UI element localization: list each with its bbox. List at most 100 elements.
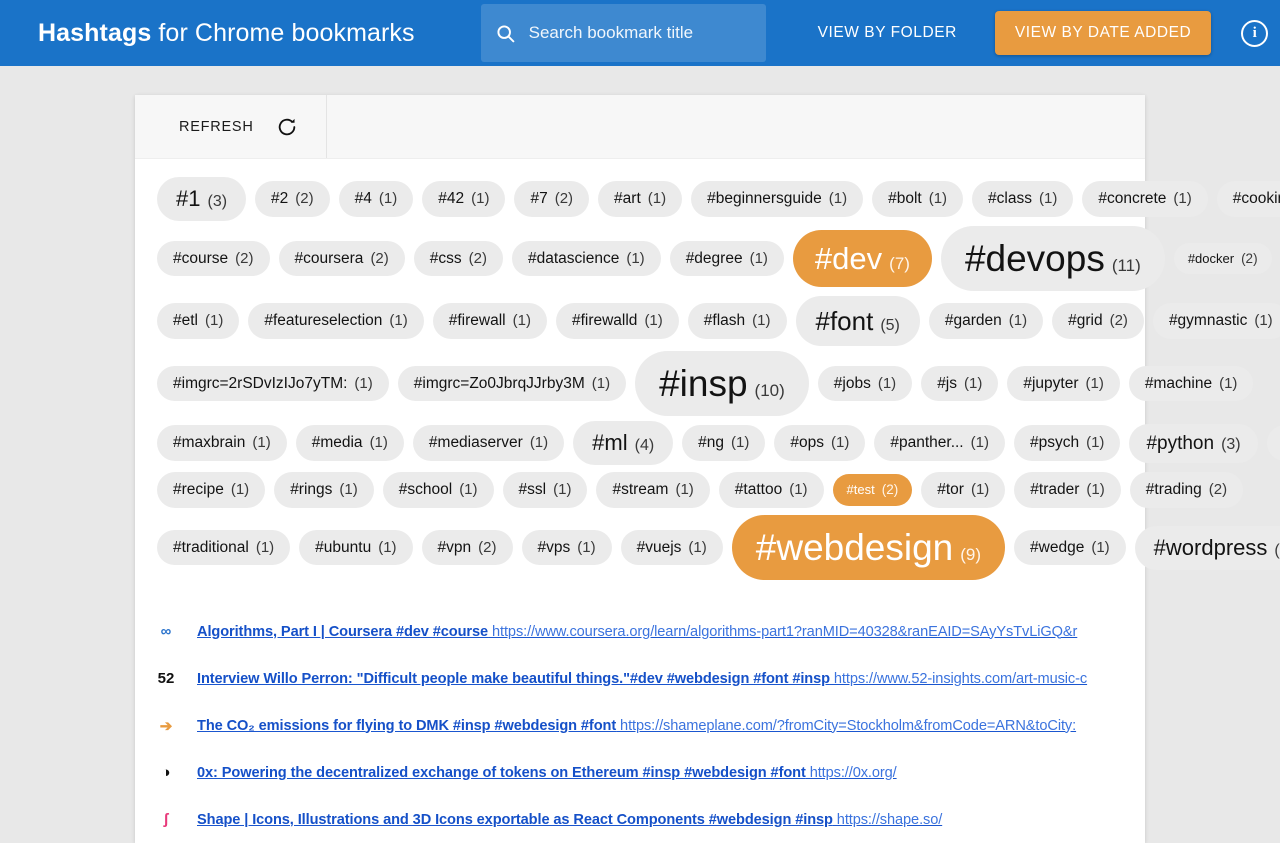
tag-chip[interactable]: #firewalld (1) bbox=[555, 303, 679, 339]
search-input[interactable] bbox=[526, 22, 752, 44]
tag-chip[interactable]: #dev (7) bbox=[792, 230, 932, 287]
tag-chip[interactable]: #vps (1) bbox=[521, 529, 612, 566]
bookmark-row[interactable]: ➔ The CO₂ emissions for flying to DMK #in… bbox=[135, 702, 1145, 749]
tag-count: (1) bbox=[970, 481, 990, 499]
tag-chip[interactable]: #featureselection (1) bbox=[248, 303, 424, 339]
tag-chip[interactable]: #firewall (1) bbox=[432, 303, 547, 339]
tag-chip[interactable]: #css (2) bbox=[413, 240, 503, 277]
tag-chip[interactable]: #webdesign (9) bbox=[731, 515, 1006, 580]
tag-chip[interactable]: #trader (1) bbox=[1014, 472, 1121, 508]
tag-count: (1) bbox=[339, 481, 358, 499]
tag-count: (1) bbox=[354, 374, 373, 392]
tag-chip[interactable]: #devops (11) bbox=[940, 226, 1165, 291]
tag-chip[interactable]: #ops (1) bbox=[774, 425, 866, 461]
tag-chip[interactable]: #etl (1) bbox=[157, 303, 240, 339]
tag-count: (1) bbox=[1038, 190, 1058, 208]
search-box[interactable] bbox=[480, 4, 766, 62]
tag-chip[interactable]: #ssl (1) bbox=[502, 472, 588, 508]
tag-chip[interactable]: #coursera (2) bbox=[278, 240, 405, 277]
bookmark-title: Interview Willo Perron: "Difficult peopl… bbox=[197, 670, 830, 687]
tag-chip[interactable]: #tor (1) bbox=[921, 472, 1006, 508]
tag-label: #datascience bbox=[528, 249, 620, 267]
bookmark-title: Algorithms, Part I | Coursera #dev #cour… bbox=[197, 623, 489, 640]
tag-chip[interactable]: #cooking(1) bbox=[1216, 181, 1280, 217]
tag-chip[interactable]: #datascience (1) bbox=[512, 240, 661, 277]
tag-chip[interactable]: #42 (1) bbox=[422, 181, 506, 217]
tag-chip[interactable]: #react(1) bbox=[1266, 425, 1280, 461]
tag-count: (1) bbox=[577, 538, 596, 556]
bookmark-row[interactable]: ∞ Algorithms, Part I | Coursera #dev #cou… bbox=[135, 608, 1145, 655]
tag-chip[interactable]: #imgrc=Zo0JbrqJJrby3M (1) bbox=[397, 365, 627, 402]
view-by-folder-button[interactable]: VIEW BY FOLDER bbox=[802, 13, 973, 53]
tag-chip[interactable]: #insp (10) bbox=[635, 351, 809, 416]
tag-count: (2) bbox=[1109, 312, 1128, 330]
tag-chip[interactable]: #ubuntu (1) bbox=[299, 529, 413, 566]
tag-chip[interactable]: #jobs (1) bbox=[817, 365, 913, 402]
bookmark-link[interactable]: Interview Willo Perron: "Difficult peopl… bbox=[197, 671, 1087, 687]
tag-chip[interactable]: #rings (1) bbox=[274, 472, 374, 508]
tag-chip[interactable]: #media (1) bbox=[295, 425, 404, 461]
tag-chip[interactable]: #2 (2) bbox=[255, 181, 330, 217]
tag-chip[interactable]: #7 (2) bbox=[514, 181, 590, 217]
tag-chip[interactable]: #wordpress (4) bbox=[1134, 525, 1280, 570]
tag-label: #ng bbox=[698, 434, 725, 452]
tag-chip[interactable]: #flash (1) bbox=[687, 303, 787, 339]
tag-chip[interactable]: #ng (1) bbox=[682, 425, 766, 461]
view-by-date-added-button[interactable]: VIEW BY DATE ADDED bbox=[994, 11, 1212, 55]
tag-chip[interactable]: #psych (1) bbox=[1013, 425, 1121, 461]
bookmark-link[interactable]: Algorithms, Part I | Coursera #dev #cour… bbox=[197, 624, 1077, 640]
tag-count: (2) bbox=[1208, 481, 1228, 499]
tag-chip[interactable]: #stream (1) bbox=[596, 472, 710, 508]
tag-chip[interactable]: #vuejs (1) bbox=[620, 529, 723, 566]
tag-chip[interactable]: #js (1) bbox=[921, 365, 999, 402]
tag-chip[interactable]: #course (2) bbox=[157, 240, 270, 277]
tag-chip[interactable]: #1 (3) bbox=[157, 177, 247, 221]
bookmark-row[interactable]: ʃ Shape | Icons, Illustrations and 3D Ico… bbox=[135, 796, 1145, 843]
tag-chip[interactable]: #gymnastic (1) bbox=[1152, 303, 1280, 339]
tag-label: #css bbox=[429, 249, 462, 267]
tag-chip[interactable]: #bolt (1) bbox=[872, 181, 964, 217]
tag-count: (1) bbox=[512, 312, 531, 330]
bookmark-row[interactable]: ◑ 0x: Powering the decentralized exchange… bbox=[135, 749, 1145, 796]
tag-chip[interactable]: #school (1) bbox=[382, 472, 494, 508]
tag-chip[interactable]: #recipe (1) bbox=[157, 472, 266, 508]
tag-chip[interactable]: #tattoo (1) bbox=[718, 472, 824, 508]
tag-count: (2) bbox=[478, 538, 497, 556]
tag-chip[interactable]: #garden (1) bbox=[928, 303, 1044, 339]
tag-chip[interactable]: #traditional (1) bbox=[157, 529, 291, 566]
tag-chip[interactable]: #font (5) bbox=[795, 296, 920, 346]
tag-chip[interactable]: #grid (2) bbox=[1052, 303, 1144, 339]
tag-chip[interactable]: #concrete (1) bbox=[1082, 181, 1208, 217]
bookmark-link[interactable]: 0x: Powering the decentralized exchange … bbox=[197, 765, 897, 781]
tag-label: #bolt bbox=[888, 190, 922, 208]
tag-chip[interactable]: #docker (2) bbox=[1173, 242, 1272, 275]
tag-chip[interactable]: #degree (1) bbox=[669, 240, 784, 277]
tag-chip[interactable]: #class (1) bbox=[972, 181, 1074, 217]
tag-chip[interactable]: #wedge (1) bbox=[1014, 529, 1126, 566]
bookmark-link[interactable]: Shape | Icons, Illustrations and 3D Icon… bbox=[197, 812, 942, 828]
refresh-button[interactable]: REFRESH bbox=[135, 95, 327, 158]
tag-chip[interactable]: #vpn (2) bbox=[421, 529, 513, 566]
tag-chip[interactable]: #imgrc=2rSDvIzIJo7yTM: (1) bbox=[157, 365, 389, 402]
tag-count: (1) bbox=[378, 190, 398, 208]
tag-label: #wordpress bbox=[1153, 534, 1268, 560]
tag-chip[interactable]: #maxbrain (1) bbox=[157, 425, 287, 461]
tag-chip[interactable]: #trading (2) bbox=[1129, 472, 1244, 508]
tag-chip[interactable]: #4 (1) bbox=[338, 181, 414, 217]
tag-chip[interactable]: #machine (1) bbox=[1128, 365, 1254, 402]
tag-label: #4 bbox=[354, 190, 372, 208]
tag-chip[interactable]: #mediaserver (1) bbox=[412, 425, 565, 461]
tag-chip[interactable]: #jupyter (1) bbox=[1007, 365, 1120, 402]
bookmark-link[interactable]: The CO₂ emissions for flying to DMK #ins… bbox=[197, 718, 1076, 734]
tag-chip[interactable]: #test (2) bbox=[832, 474, 913, 506]
tag-count: (3) bbox=[207, 193, 228, 210]
tag-chip[interactable]: #panther... (1) bbox=[874, 425, 1005, 461]
tag-count: (1) bbox=[529, 434, 549, 452]
tag-chip[interactable]: #ml (4) bbox=[573, 421, 674, 465]
info-icon[interactable]: i bbox=[1241, 19, 1269, 47]
tag-chip[interactable]: #beginnersguide (1) bbox=[691, 181, 864, 217]
tag-chip[interactable]: #python (3) bbox=[1129, 423, 1258, 463]
bookmark-row[interactable]: 52 Interview Willo Perron: "Difficult peo… bbox=[135, 655, 1145, 702]
tag-label: #recipe bbox=[173, 481, 224, 499]
tag-chip[interactable]: #art (1) bbox=[598, 181, 683, 217]
